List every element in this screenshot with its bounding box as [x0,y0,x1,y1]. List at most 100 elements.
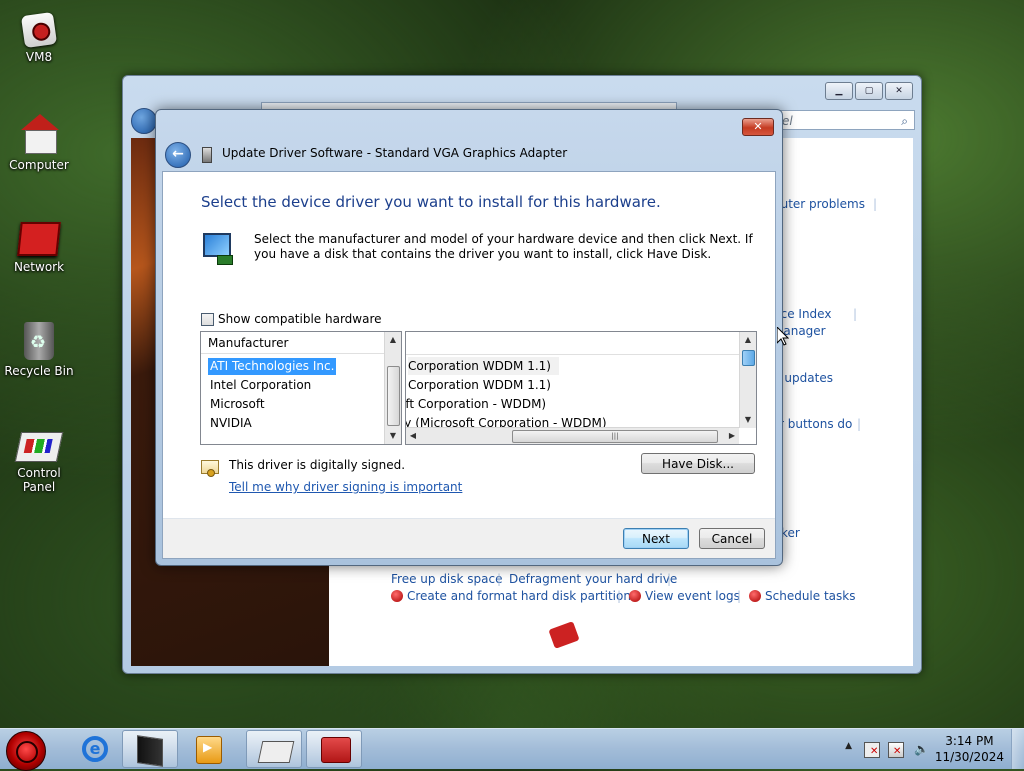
device-icon [202,147,212,163]
back-arrow-icon[interactable] [131,108,157,134]
link-separator: | [737,589,742,603]
mouse-pointer-icon [777,327,789,346]
link-defragment[interactable]: Defragment your hard drive [509,572,677,586]
page-heading: Select the device driver you want to ins… [201,193,661,211]
link-view-event-logs[interactable]: View event logs [629,589,740,603]
network-status-icon[interactable] [888,742,904,758]
next-button[interactable]: Next [623,528,689,549]
shield-icon [391,590,403,602]
scroll-thumb[interactable] [742,350,755,366]
link-ker[interactable]: ker [781,526,800,540]
link-schedule-tasks[interactable]: Schedule tasks [749,589,855,603]
scroll-left-arrow-icon[interactable]: ◀ [406,428,420,444]
close-button[interactable]: ✕ [742,118,774,136]
taskbar-internet-explorer[interactable]: e [68,730,124,768]
shield-icon [629,590,641,602]
desktop-icon-recycle-bin[interactable]: Recycle Bin [0,322,78,378]
link-separator: | [857,417,862,431]
scroll-down-arrow-icon[interactable]: ▼ [385,428,401,444]
scroll-up-arrow-icon[interactable]: ▲ [385,332,401,348]
link-free-disk-space[interactable]: Free up disk space [391,572,503,586]
media-player-icon [196,736,222,764]
window-caption-buttons: ▁ ▢ ✕ [825,82,913,100]
search-placeholder: el [782,114,793,128]
scroll-down-arrow-icon[interactable]: ▼ [740,412,756,428]
have-disk-button[interactable]: Have Disk... [641,453,755,474]
computer-icon [19,114,59,154]
scroll-thumb[interactable] [387,366,400,426]
link-buttons-do[interactable]: r buttons do [779,417,852,431]
show-desktop-button[interactable] [1011,729,1024,769]
list-item[interactable]: Corporation WDDM 1.1) [408,357,559,375]
link-separator: | [853,307,858,321]
taskbar: e ▲ 3:14 PM 11/30/2024 [0,728,1024,771]
desktop-icon-label: Computer [9,158,69,172]
vm8-app-icon [20,11,58,49]
link-separator: | [497,572,502,586]
list-item[interactable]: oft Corporation - WDDM) [406,395,546,413]
dialog-body: Select the device driver you want to ins… [162,171,776,559]
scroll-up-arrow-icon[interactable]: ▲ [740,332,756,348]
cancel-button[interactable]: Cancel [699,528,765,549]
driver-signing-link[interactable]: Tell me why driver signing is important [229,480,462,494]
instruction-text: Select the manufacturer and model of you… [254,232,753,261]
link-computer-problems[interactable]: puter problems [773,197,865,211]
show-hidden-icons-chevron-icon[interactable]: ▲ [845,741,852,751]
volume-muted-icon[interactable] [914,742,928,756]
address-bar[interactable] [261,102,677,109]
link-separator: | [873,197,878,211]
manufacturer-scrollbar[interactable]: ▲ ▼ [384,332,401,444]
vm8-icon [137,735,163,767]
taskbar-vm8[interactable] [122,730,178,768]
search-input[interactable]: el ⌕ [775,110,915,130]
maximize-button[interactable]: ▢ [855,82,883,100]
list-item[interactable]: Intel Corporation [208,377,313,394]
list-item[interactable]: ATI Technologies Inc. [206,357,338,376]
clock-date: 11/30/2024 [934,750,1004,764]
admin-tools-icon [548,621,580,649]
model-vertical-scrollbar[interactable]: ▲ ▼ [739,332,756,428]
link-label: Schedule tasks [765,589,856,603]
list-item[interactable]: NVIDIA [208,415,254,432]
manufacturer-list[interactable]: Manufacturer ATI Technologies Inc. Intel… [200,331,402,445]
link-create-format-partitions[interactable]: Create and format hard disk partitions [391,589,637,603]
taskbar-toolbox[interactable] [306,730,362,768]
search-icon[interactable]: ⌕ [901,111,908,131]
system-tray: ▲ 3:14 PM 11/30/2024 [824,729,1024,769]
manufacturer-header: Manufacturer [201,332,384,354]
show-compatible-checkbox[interactable]: Show compatible hardware [201,312,382,326]
network-icon [17,222,61,256]
desktop-icon-vm8[interactable]: VM8 [0,11,78,64]
scroll-right-arrow-icon[interactable]: ▶ [725,428,739,444]
certificate-icon [201,460,219,477]
clock[interactable]: 3:14 PM 11/30/2024 [935,733,1004,765]
recycle-bin-icon [24,322,54,360]
model-list[interactable]: Corporation WDDM 1.1) Corporation WDDM 1… [405,331,757,445]
checkbox-box[interactable] [201,312,214,326]
dialog-title: Update Driver Software - Standard VGA Gr… [222,146,568,160]
clock-time: 3:14 PM [945,734,994,748]
list-item[interactable]: Microsoft [208,396,267,413]
list-item[interactable]: Corporation WDDM 1.1) [408,376,551,394]
action-center-icon[interactable] [864,742,880,758]
back-arrow-icon[interactable]: ← [165,142,191,168]
desktop-icon-control-panel[interactable]: Control Panel [0,432,78,494]
link-label: View event logs [645,589,740,603]
link-label: Create and format hard disk partitions [407,589,638,603]
close-button[interactable]: ✕ [885,82,913,100]
model-horizontal-scrollbar[interactable]: ◀ ||| ▶ [406,427,739,444]
toolbox-icon [321,737,351,763]
control-panel-icon [257,741,295,763]
taskbar-media-player[interactable] [182,730,238,768]
desktop-icon-label: Control Panel [17,466,61,494]
shield-icon [749,590,761,602]
scroll-thumb[interactable]: ||| [512,430,718,443]
control-panel-icon [14,432,64,462]
update-driver-dialog: ✕ ← Update Driver Software - Standard VG… [155,109,783,566]
minimize-button[interactable]: ▁ [825,82,853,100]
taskbar-control-panel[interactable] [246,730,302,768]
start-orb-icon[interactable] [6,731,46,771]
desktop-icon-computer[interactable]: Computer [0,114,78,172]
desktop-icon-network[interactable]: Network [0,222,78,274]
checkbox-label: Show compatible hardware [218,312,382,326]
